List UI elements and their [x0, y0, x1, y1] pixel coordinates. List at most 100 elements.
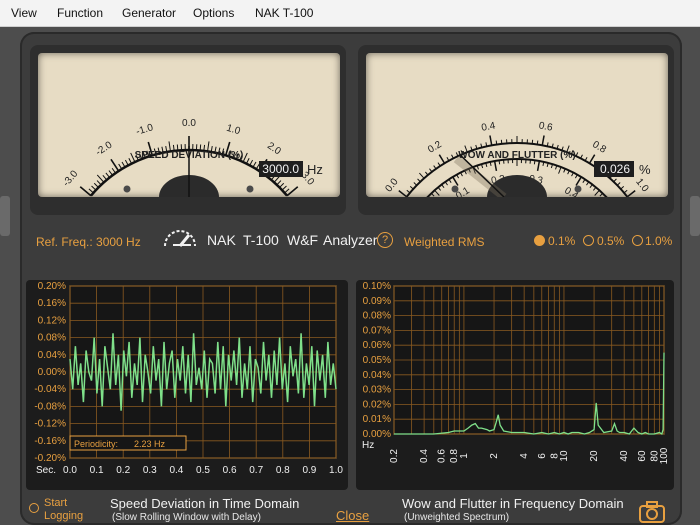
time-y-tick: -0.20% [34, 453, 66, 464]
wf-inner-tick [448, 179, 452, 183]
wf-outer-label: 0.0 [383, 176, 400, 194]
freq-y-tick: 0.07% [363, 325, 391, 336]
wf-outer-tick [437, 162, 441, 167]
speed-scale-tick [93, 182, 99, 188]
freq-plot-subtitle: (Unweighted Spectrum) [404, 512, 510, 523]
range-label-0.1: 0.1% [548, 234, 576, 248]
wf-outer-label: 0.2 [426, 139, 444, 156]
speed-scale-tick [79, 186, 92, 197]
freq-x-tick: 10 [559, 450, 570, 462]
menu-function[interactable]: Function [57, 6, 103, 20]
wf-outer-tick [409, 185, 414, 190]
speed-scale-tick [242, 152, 248, 163]
wf-meter-face: 0.00.20.40.60.81.00.00.10.20.30.40.5WOW … [366, 53, 668, 197]
help-icon[interactable]: ? [377, 232, 393, 248]
freq-x-tick: 4 [519, 453, 530, 459]
wf-inner-tick [589, 184, 593, 189]
time-y-tick: 0.12% [38, 315, 66, 326]
ref-freq-label: Ref. Freq.: 3000 Hz [36, 235, 141, 249]
wf-outer-tick [398, 190, 408, 197]
time-x-tick: 0.3 [143, 465, 157, 476]
speed-scale-tick [121, 161, 126, 168]
freq-x-tick: 0.2 [389, 449, 400, 463]
wf-outer-tick [489, 135, 493, 146]
time-x-tick: 0.4 [169, 465, 183, 476]
menubar: View Function Generator Options NAK T-10… [0, 0, 700, 27]
start-logging-line1: Start [44, 497, 68, 509]
brand-model: T-100 [243, 232, 279, 248]
wf-outer-tick [626, 190, 636, 197]
start-logging-radio[interactable] [29, 503, 39, 513]
menu-options[interactable]: Options [193, 6, 234, 20]
speed-scale-label: -3.0 [61, 168, 81, 189]
speed-scale-tick [88, 188, 94, 194]
wf-unit: % [639, 162, 651, 177]
camera-icon[interactable] [638, 500, 666, 524]
wf-inner-tick [558, 166, 562, 174]
weighting-label[interactable]: Weighted RMS [404, 235, 484, 249]
range-radio-0.1[interactable] [534, 235, 545, 246]
brand-analyzer: Analyzer [323, 232, 378, 248]
menu-nak-t100[interactable]: NAK T-100 [255, 6, 313, 20]
time-x-tick: 0.0 [63, 465, 77, 476]
time-x-tick: 1.0 [329, 465, 343, 476]
speed-scale-label: -1.0 [135, 122, 155, 138]
range-radio-0.5[interactable] [583, 235, 594, 246]
start-logging-label[interactable]: Start Logging [44, 497, 83, 523]
wf-outer-tick [536, 140, 539, 145]
wf-inner-tick [437, 187, 442, 191]
time-domain-chart: 0.20% 0.16% 0.12% 0.08% 0.04% 0.00% -0.04% -0.0… [34, 281, 343, 476]
wf-outer-tick [413, 182, 418, 186]
freq-y-tick: 0.03% [363, 385, 391, 396]
freq-y-tick: 0.10% [363, 281, 391, 292]
wf-outer-label: 0.8 [590, 139, 608, 156]
menu-view[interactable]: View [11, 6, 37, 20]
wf-outer-tick [419, 172, 425, 179]
time-y-tick: 0.20% [38, 281, 66, 292]
speed-scale-tick [249, 159, 254, 166]
wf-inner-tick [594, 189, 600, 196]
wf-outer-tick [623, 189, 628, 194]
gauge-logo-icon [164, 230, 196, 247]
freq-y-tick: 0.05% [363, 355, 391, 366]
wf-outer-tick [613, 178, 617, 183]
speed-scale-tick [110, 158, 120, 172]
speed-scale-label: 2.0 [265, 141, 283, 158]
brand-wf: W&F [287, 232, 319, 248]
freq-x-tick: 40 [619, 450, 630, 462]
speed-scale-tick [245, 158, 250, 164]
wf-outer-tick [495, 140, 498, 145]
speed-scale-tick [91, 185, 97, 191]
speed-scale-label: 0.0 [182, 118, 196, 129]
speed-scale-label: -2.0 [94, 139, 115, 158]
wf-inner-tick [586, 181, 590, 186]
wf-inner-tick [441, 184, 445, 189]
speed-meter-bay: -3.0 -2.0 -1.0 0.0 1.0 2.0 3.0 SPEED DEVIATION … [30, 45, 346, 215]
range-label-1.0: 1.0% [645, 234, 673, 248]
wf-inner-tick [604, 196, 607, 197]
time-y-tick: 0.04% [38, 350, 66, 361]
wf-meter-title: WOW AND FLUTTER (%) [458, 150, 575, 161]
menu-generator[interactable]: Generator [122, 6, 176, 20]
speed-scale-tick [279, 182, 285, 188]
time-y-tick: 0.16% [38, 298, 66, 309]
time-x-tick: 0.6 [223, 465, 237, 476]
time-plot-subtitle: (Slow Rolling Window with Delay) [112, 512, 261, 523]
freq-y-tick: 0.01% [363, 414, 391, 425]
freq-domain-chart: 0.10% 0.09% 0.08% 0.07% 0.06% 0.05% 0.04% 0.03%… [362, 281, 670, 464]
time-plot-title: Speed Deviation in Time Domain [110, 496, 300, 511]
wf-inner-tick [434, 189, 440, 196]
time-y-tick: 0.00% [38, 367, 66, 378]
wf-inner-tick [452, 176, 459, 186]
range-radio-1.0[interactable] [632, 235, 643, 246]
left-handle [0, 196, 10, 236]
wf-outer-tick [620, 185, 625, 190]
time-x-tick: 0.2 [116, 465, 130, 476]
speed-unit: Hz [307, 162, 323, 177]
right-handle [690, 196, 700, 236]
wf-inner-tick [582, 179, 586, 183]
wf-inner-tick [592, 187, 597, 191]
wf-screw-right [574, 185, 582, 193]
freq-x-tick: 6 [537, 453, 548, 459]
close-button[interactable]: Close [336, 508, 369, 523]
